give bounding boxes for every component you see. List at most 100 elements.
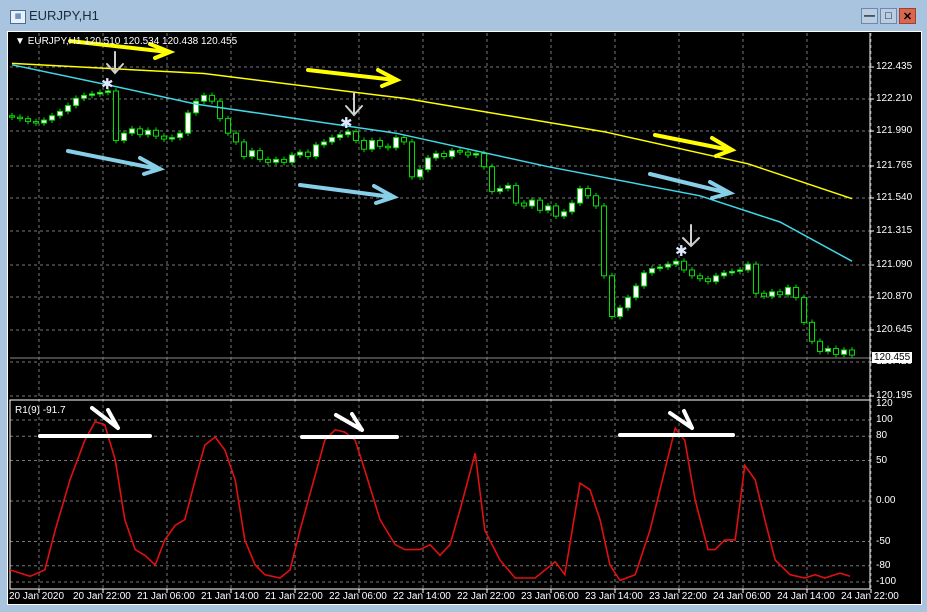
price-axis-label: 122.435 [876, 61, 913, 72]
bear-candle [753, 263, 759, 294]
bull-candle [657, 266, 663, 270]
white-arrow [334, 412, 364, 432]
down-arrow-icon [345, 92, 363, 117]
bear-candle [609, 275, 615, 318]
bear-candle [705, 278, 711, 283]
bull-candle [73, 97, 79, 107]
bear-candle [697, 275, 703, 280]
bull-candle [721, 272, 727, 277]
indicator-axis-label: -50 [876, 535, 891, 547]
bull-candle [745, 263, 751, 271]
bull-candle [577, 187, 583, 204]
bear-candle [481, 153, 487, 168]
annotations: ✱ ✱ ✱ [38, 39, 737, 439]
bull-candle [641, 272, 647, 287]
bull-candle [545, 205, 551, 211]
time-axis-label: 21 Jan 14:00 [201, 591, 259, 602]
price-axis-label: 121.315 [876, 225, 913, 236]
bear-candle [513, 185, 519, 204]
indicator-axis-label: -100 [876, 576, 897, 587]
time-axis-label: 24 Jan 06:00 [713, 591, 771, 602]
bear-candle [25, 118, 31, 123]
bear-candle [537, 199, 543, 211]
star-icon: ✱ [340, 115, 353, 132]
bull-candle [129, 128, 135, 134]
bull-candle [561, 211, 567, 217]
bull-candle [625, 297, 631, 309]
price-chart[interactable]: ✱ ✱ ✱ [0, 0, 927, 612]
bull-candle [417, 169, 423, 178]
bull-candle [313, 144, 319, 157]
bull-candle [289, 154, 295, 163]
bear-candle [113, 90, 119, 141]
indicator-axis-label: 100 [876, 414, 893, 425]
bear-candle [601, 205, 607, 277]
bull-candle [473, 153, 479, 156]
price-axis-label: 121.765 [876, 160, 913, 171]
bull-candle [673, 260, 679, 265]
bull-candle [785, 286, 791, 296]
bear-candle [401, 137, 407, 143]
bull-candle [425, 157, 431, 171]
bear-candle [489, 166, 495, 192]
bear-candle [377, 139, 383, 147]
bull-candle [201, 94, 207, 102]
bull-candle [393, 137, 399, 149]
bull-candle [49, 115, 55, 121]
bear-candle [361, 139, 367, 150]
bear-candle [553, 205, 559, 217]
bull-candle [369, 139, 375, 150]
indicator-axis-label: 120 [876, 397, 893, 409]
bear-candle [9, 115, 15, 118]
bear-candle [809, 321, 815, 342]
bull-candle [145, 129, 151, 136]
bull-candle [433, 153, 439, 159]
chart-menu-icon[interactable]: ▼ [15, 36, 25, 47]
indicator-label: R1(9) -91.7 [15, 405, 66, 416]
bear-candle [137, 128, 143, 136]
bear-candle [353, 131, 359, 141]
bear-candle [281, 158, 287, 163]
indicator-axis-label: 50 [876, 454, 888, 466]
bull-candle [633, 285, 639, 299]
bear-candle [585, 187, 591, 197]
indicator-axis-label: 0.00 [876, 495, 896, 506]
bear-candle [257, 150, 263, 160]
price-axis-label: 120.645 [876, 324, 913, 335]
bear-candle [217, 100, 223, 120]
bear-candle [153, 129, 159, 137]
bull-candle [769, 291, 775, 297]
bull-candle [273, 158, 279, 163]
bull-candle [249, 150, 255, 157]
bear-candle [409, 141, 415, 178]
bull-candle [65, 105, 71, 112]
time-axis-label: 24 Jan 14:00 [777, 591, 835, 602]
yellow-arrow [306, 68, 402, 88]
bear-candle [17, 116, 23, 120]
time-axis-label: 20 Jan 2020 [9, 591, 65, 602]
bull-candle [345, 131, 351, 136]
bear-candle [689, 269, 695, 277]
white-arrow [668, 409, 694, 430]
bull-candle [81, 94, 87, 99]
bear-candle [833, 348, 839, 355]
star-icon: ✱ [101, 76, 114, 93]
price-axis-label: 121.540 [876, 192, 913, 203]
bear-candle [761, 292, 767, 297]
bull-candle [729, 270, 735, 274]
time-axis-label: 22 Jan 06:00 [329, 591, 387, 602]
bull-candle [41, 119, 47, 124]
bull-candle [825, 348, 831, 352]
bull-candle [505, 185, 511, 189]
price-axis-label: 120.870 [876, 291, 913, 302]
bear-candle [849, 349, 855, 356]
time-axis-label: 22 Jan 14:00 [393, 591, 451, 602]
bear-candle [817, 340, 823, 352]
bear-candle [265, 158, 271, 163]
bear-candle [233, 132, 239, 143]
bear-candle [521, 202, 527, 207]
bear-candle [465, 151, 471, 156]
bear-candle [225, 118, 231, 134]
chart-ohlc: 120.510 120.534 120.438 120.455 [84, 36, 238, 47]
bull-candle [89, 93, 95, 96]
